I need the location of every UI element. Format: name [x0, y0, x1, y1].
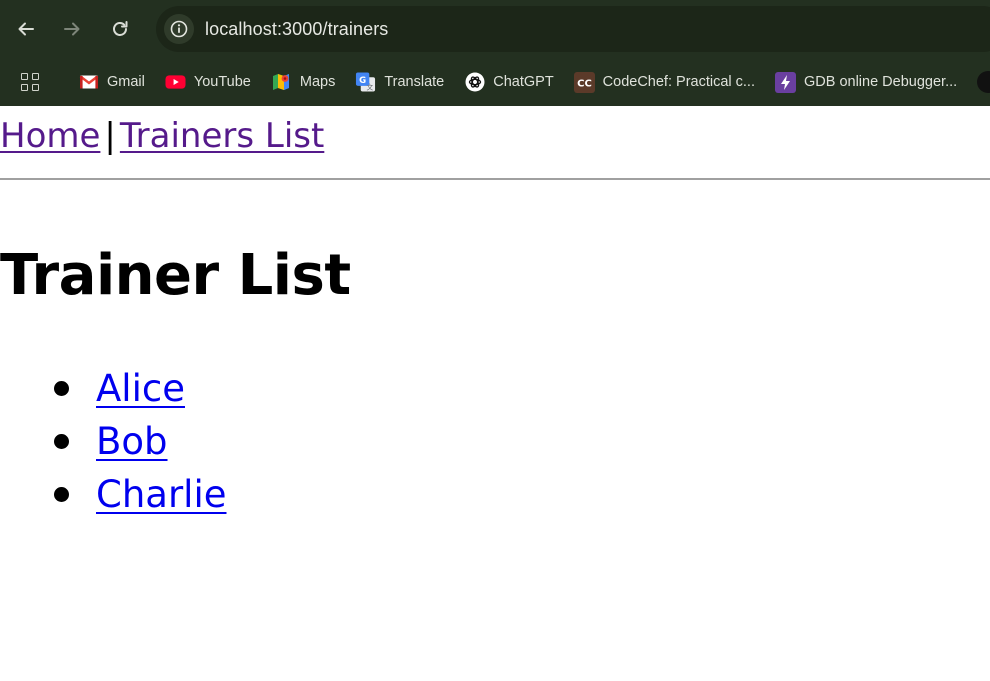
- trainers-list-link[interactable]: Trainers List: [120, 116, 324, 156]
- site-info-button[interactable]: [164, 14, 194, 44]
- nav-divider: [0, 178, 990, 180]
- apps-grid-icon[interactable]: [21, 73, 39, 91]
- bookmark-label: CodeChef: Practical c...: [602, 74, 755, 90]
- arrow-right-icon: [64, 22, 80, 36]
- bookmark-translate[interactable]: G 文 Translate: [355, 72, 444, 93]
- list-item: Bob: [0, 415, 227, 468]
- bookmark-overflow-icon[interactable]: [977, 71, 990, 93]
- browser-toolbar: localhost:3000/trainers: [0, 0, 990, 58]
- youtube-icon: [165, 72, 186, 93]
- info-icon: [170, 20, 188, 38]
- page-title: Trainer List: [0, 243, 351, 308]
- nav-separator: |: [104, 116, 116, 156]
- bookmark-chatgpt[interactable]: ChatGPT: [464, 72, 554, 93]
- bookmark-label: YouTube: [193, 74, 251, 90]
- list-item: Alice: [0, 362, 227, 415]
- home-link[interactable]: Home: [0, 116, 100, 156]
- bookmark-label: GDB online Debugger...: [804, 74, 958, 90]
- svg-text:CC: CC: [577, 78, 592, 89]
- bookmark-maps[interactable]: Maps: [271, 72, 335, 93]
- bookmark-youtube[interactable]: YouTube: [165, 72, 251, 93]
- bookmark-codechef[interactable]: CC CodeChef: Practical c...: [573, 71, 755, 93]
- trainer-link-charlie[interactable]: Charlie: [96, 473, 227, 516]
- bullet-icon: [54, 381, 69, 396]
- url-text[interactable]: localhost:3000/trainers: [205, 19, 388, 40]
- back-button[interactable]: [11, 14, 41, 44]
- trainer-link-bob[interactable]: Bob: [96, 420, 168, 463]
- bullet-icon: [54, 434, 69, 449]
- svg-text:G: G: [359, 76, 366, 86]
- trainer-list: Alice Bob Charlie: [0, 362, 227, 521]
- address-bar[interactable]: localhost:3000/trainers: [156, 6, 990, 52]
- forward-button[interactable]: [57, 14, 87, 44]
- chatgpt-icon: [464, 72, 485, 93]
- bookmark-label: Maps: [299, 74, 336, 90]
- reload-button[interactable]: [105, 14, 135, 44]
- top-nav: Home | Trainers List: [0, 114, 324, 158]
- trainer-link-alice[interactable]: Alice: [96, 367, 185, 410]
- bookmark-label: Gmail: [107, 74, 145, 90]
- bullet-icon: [54, 487, 69, 502]
- gdb-icon: [775, 71, 796, 93]
- codechef-icon: CC: [573, 71, 595, 93]
- arrow-left-icon: [18, 22, 34, 36]
- translate-icon: G 文: [355, 72, 376, 93]
- gmail-icon: [78, 72, 99, 93]
- reload-icon: [113, 21, 128, 36]
- maps-icon: [271, 72, 292, 93]
- bookmark-label: Translate: [384, 74, 445, 90]
- bookmark-gdb[interactable]: GDB online Debugger...: [775, 71, 958, 93]
- list-item: Charlie: [0, 468, 227, 521]
- bookmarks-bar: Gmail YouTube Maps G 文 Translate ChatGPT…: [0, 58, 990, 106]
- svg-text:文: 文: [367, 83, 374, 92]
- bookmark-gmail[interactable]: Gmail: [78, 72, 145, 93]
- page-content: Home | Trainers List Trainer List Alice Bo…: [0, 106, 990, 681]
- bookmark-label: ChatGPT: [493, 74, 554, 90]
- browser-chrome: localhost:3000/trainers Gmail YouTube Ma…: [0, 0, 990, 106]
